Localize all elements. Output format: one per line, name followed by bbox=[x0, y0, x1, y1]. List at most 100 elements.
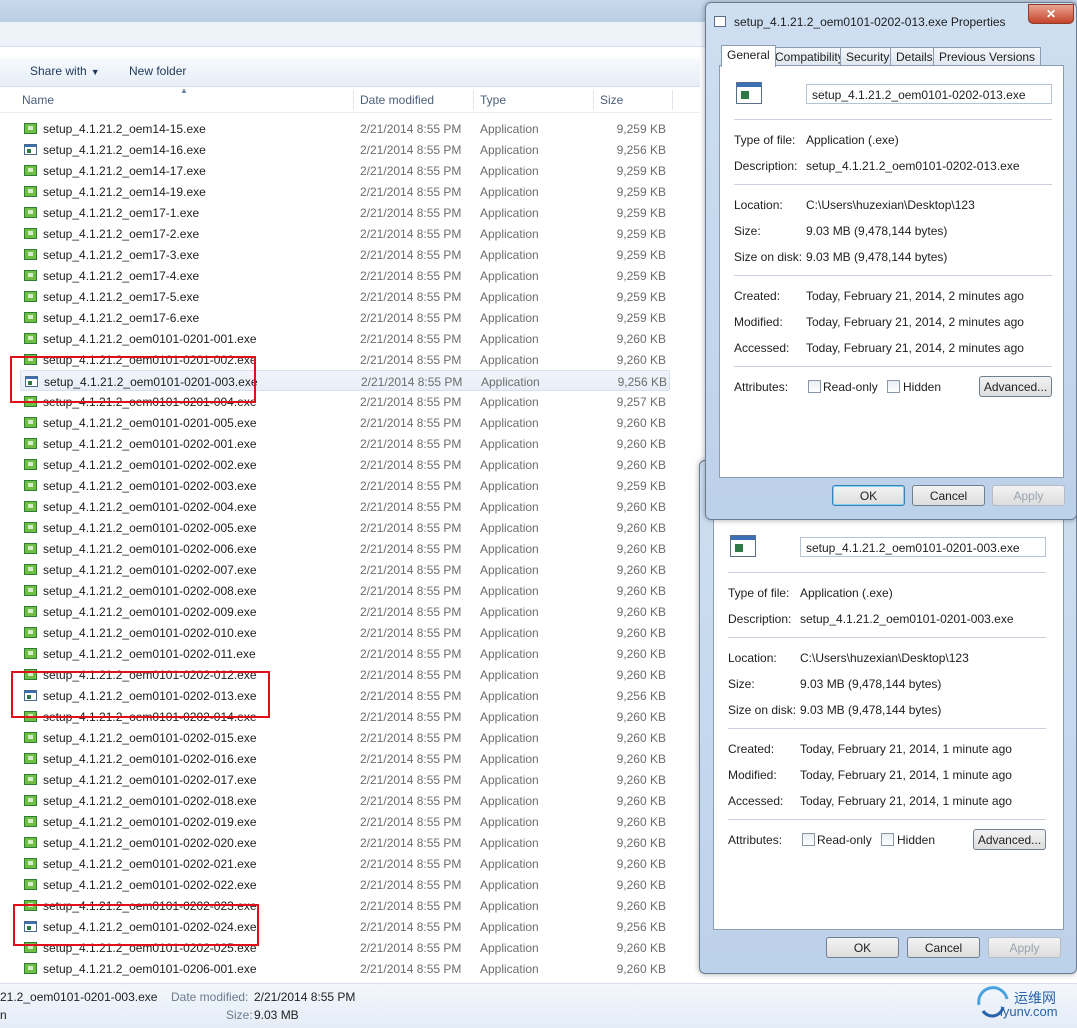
file-row[interactable]: setup_4.1.21.2_oem17-1.exe 2/21/2014 8:55… bbox=[20, 202, 670, 223]
file-row[interactable]: setup_4.1.21.2_oem14-15.exe 2/21/2014 8:5… bbox=[20, 118, 670, 139]
file-date: 2/21/2014 8:55 PM bbox=[360, 479, 462, 493]
advanced-button[interactable]: Advanced... bbox=[979, 376, 1052, 397]
file-row[interactable]: setup_4.1.21.2_oem17-3.exe 2/21/2014 8:55… bbox=[20, 244, 670, 265]
file-row[interactable]: setup_4.1.21.2_oem0101-0202-010.exe 2/21/… bbox=[20, 622, 670, 643]
advanced-button[interactable]: Advanced... bbox=[973, 829, 1046, 850]
apply-button[interactable]: Apply bbox=[988, 937, 1061, 958]
file-row[interactable]: setup_4.1.21.2_oem0101-0202-001.exe 2/21/… bbox=[20, 433, 670, 454]
column-divider[interactable] bbox=[473, 90, 474, 110]
file-name: setup_4.1.21.2_oem0101-0202-004.exe bbox=[43, 500, 257, 514]
file-type: Application bbox=[480, 521, 539, 535]
tab-details[interactable]: Details bbox=[890, 47, 939, 66]
location-label: Location: bbox=[728, 651, 777, 665]
tab-previous-versions[interactable]: Previous Versions bbox=[933, 47, 1042, 66]
cancel-button[interactable]: Cancel bbox=[907, 937, 980, 958]
column-name[interactable]: Name bbox=[22, 93, 54, 107]
file-row[interactable]: setup_4.1.21.2_oem0101-0202-015.exe 2/21/… bbox=[20, 727, 670, 748]
file-date: 2/21/2014 8:55 PM bbox=[360, 710, 462, 724]
file-row[interactable]: setup_4.1.21.2_oem14-17.exe 2/21/2014 8:5… bbox=[20, 160, 670, 181]
setup-icon bbox=[24, 963, 37, 974]
file-row[interactable]: setup_4.1.21.2_oem0101-0202-003.exe 2/21/… bbox=[20, 475, 670, 496]
file-row[interactable]: setup_4.1.21.2_oem14-19.exe 2/21/2014 8:5… bbox=[20, 181, 670, 202]
column-size[interactable]: Size bbox=[600, 93, 623, 107]
file-row[interactable]: setup_4.1.21.2_oem0101-0202-022.exe 2/21/… bbox=[20, 874, 670, 895]
new-folder-button[interactable]: New folder bbox=[129, 64, 186, 78]
file-row[interactable]: setup_4.1.21.2_oem0101-0202-019.exe 2/21/… bbox=[20, 811, 670, 832]
setup-icon bbox=[24, 228, 37, 239]
file-row[interactable]: setup_4.1.21.2_oem0101-0202-018.exe 2/21/… bbox=[20, 790, 670, 811]
readonly-label[interactable]: Read-only bbox=[817, 833, 872, 847]
file-row[interactable]: setup_4.1.21.2_oem0101-0202-020.exe 2/21/… bbox=[20, 832, 670, 853]
file-row[interactable]: setup_4.1.21.2_oem0101-0201-001.exe 2/21/… bbox=[20, 328, 670, 349]
column-date-modified[interactable]: Date modified bbox=[360, 93, 434, 107]
apply-button[interactable]: Apply bbox=[992, 485, 1065, 506]
file-name: setup_4.1.21.2_oem17-5.exe bbox=[43, 290, 200, 304]
readonly-label[interactable]: Read-only bbox=[823, 380, 878, 394]
file-size: 9,260 KB bbox=[616, 500, 666, 514]
hidden-checkbox[interactable] bbox=[881, 833, 894, 846]
column-type[interactable]: Type bbox=[480, 93, 506, 107]
file-date: 2/21/2014 8:55 PM bbox=[360, 248, 462, 262]
file-row[interactable]: setup_4.1.21.2_oem0101-0202-017.exe 2/21/… bbox=[20, 769, 670, 790]
hidden-label[interactable]: Hidden bbox=[903, 380, 941, 394]
file-row[interactable]: setup_4.1.21.2_oem0101-0202-007.exe 2/21/… bbox=[20, 559, 670, 580]
readonly-checkbox[interactable] bbox=[808, 380, 821, 393]
file-row[interactable]: setup_4.1.21.2_oem0101-0202-002.exe 2/21/… bbox=[20, 454, 670, 475]
file-type: Application bbox=[480, 290, 539, 304]
file-type: Application bbox=[480, 962, 539, 976]
file-type: Application bbox=[480, 626, 539, 640]
file-name: setup_4.1.21.2_oem0101-0202-010.exe bbox=[43, 626, 257, 640]
cancel-button[interactable]: Cancel bbox=[912, 485, 985, 506]
setup-icon bbox=[24, 627, 37, 638]
location-label: Location: bbox=[734, 198, 783, 212]
share-with-button[interactable]: Share with ▼ bbox=[30, 64, 100, 78]
ok-button[interactable]: OK bbox=[826, 937, 899, 958]
hidden-label[interactable]: Hidden bbox=[897, 833, 935, 847]
tab-compatibility[interactable]: Compatibility bbox=[769, 47, 850, 66]
filename-field[interactable]: setup_4.1.21.2_oem0101-0202-013.exe bbox=[806, 84, 1052, 104]
file-type: Application bbox=[480, 542, 539, 556]
filename-field[interactable]: setup_4.1.21.2_oem0101-0201-003.exe bbox=[800, 537, 1046, 557]
chevron-down-icon: ▼ bbox=[90, 67, 100, 77]
column-divider[interactable] bbox=[672, 90, 673, 110]
file-row[interactable]: setup_4.1.21.2_oem0101-0201-005.exe 2/21/… bbox=[20, 412, 670, 433]
file-size: 9,260 KB bbox=[616, 626, 666, 640]
file-row[interactable]: setup_4.1.21.2_oem0101-0202-011.exe 2/21/… bbox=[20, 643, 670, 664]
column-divider[interactable] bbox=[353, 90, 354, 110]
file-size: 9,260 KB bbox=[616, 563, 666, 577]
file-row[interactable]: setup_4.1.21.2_oem17-4.exe 2/21/2014 8:55… bbox=[20, 265, 670, 286]
highlight-box bbox=[13, 904, 259, 946]
tab-general[interactable]: General bbox=[721, 45, 776, 67]
file-row[interactable]: setup_4.1.21.2_oem0101-0206-001.exe 2/21/… bbox=[20, 958, 670, 979]
file-date: 2/21/2014 8:55 PM bbox=[360, 605, 462, 619]
file-row[interactable]: setup_4.1.21.2_oem0101-0202-005.exe 2/21/… bbox=[20, 517, 670, 538]
file-row[interactable]: setup_4.1.21.2_oem14-16.exe 2/21/2014 8:5… bbox=[20, 139, 670, 160]
file-row[interactable]: setup_4.1.21.2_oem0101-0202-016.exe 2/21/… bbox=[20, 748, 670, 769]
file-row[interactable]: setup_4.1.21.2_oem0101-0202-009.exe 2/21/… bbox=[20, 601, 670, 622]
file-row[interactable]: setup_4.1.21.2_oem17-6.exe 2/21/2014 8:55… bbox=[20, 307, 670, 328]
accessed-value: Today, February 21, 2014, 1 minute ago bbox=[800, 794, 1012, 808]
file-name: setup_4.1.21.2_oem0101-0202-003.exe bbox=[43, 479, 257, 493]
close-button[interactable]: ✕ bbox=[1028, 4, 1074, 24]
column-divider[interactable] bbox=[593, 90, 594, 110]
file-name: setup_4.1.21.2_oem0101-0202-002.exe bbox=[43, 458, 257, 472]
divider bbox=[734, 184, 1052, 185]
file-row[interactable]: setup_4.1.21.2_oem0101-0202-008.exe 2/21/… bbox=[20, 580, 670, 601]
accessed-label: Accessed: bbox=[728, 794, 784, 808]
file-row[interactable]: setup_4.1.21.2_oem17-2.exe 2/21/2014 8:55… bbox=[20, 223, 670, 244]
file-date: 2/21/2014 8:55 PM bbox=[360, 626, 462, 640]
file-name: setup_4.1.21.2_oem0101-0202-022.exe bbox=[43, 878, 257, 892]
readonly-checkbox[interactable] bbox=[802, 833, 815, 846]
tab-security[interactable]: Security bbox=[840, 47, 896, 66]
description-label: Description: bbox=[734, 159, 798, 173]
explorer-toolbar: Share with ▼ New folder bbox=[0, 58, 700, 87]
file-row[interactable]: setup_4.1.21.2_oem0101-0202-004.exe 2/21/… bbox=[20, 496, 670, 517]
file-size: 9,260 KB bbox=[616, 815, 666, 829]
ok-button[interactable]: OK bbox=[832, 485, 905, 506]
file-row[interactable]: setup_4.1.21.2_oem0101-0202-006.exe 2/21/… bbox=[20, 538, 670, 559]
hidden-checkbox[interactable] bbox=[887, 380, 900, 393]
file-row[interactable]: setup_4.1.21.2_oem17-5.exe 2/21/2014 8:55… bbox=[20, 286, 670, 307]
location-value: C:\Users\huzexian\Desktop\123 bbox=[800, 651, 969, 665]
modified-label: Modified: bbox=[734, 315, 783, 329]
file-row[interactable]: setup_4.1.21.2_oem0101-0202-021.exe 2/21/… bbox=[20, 853, 670, 874]
